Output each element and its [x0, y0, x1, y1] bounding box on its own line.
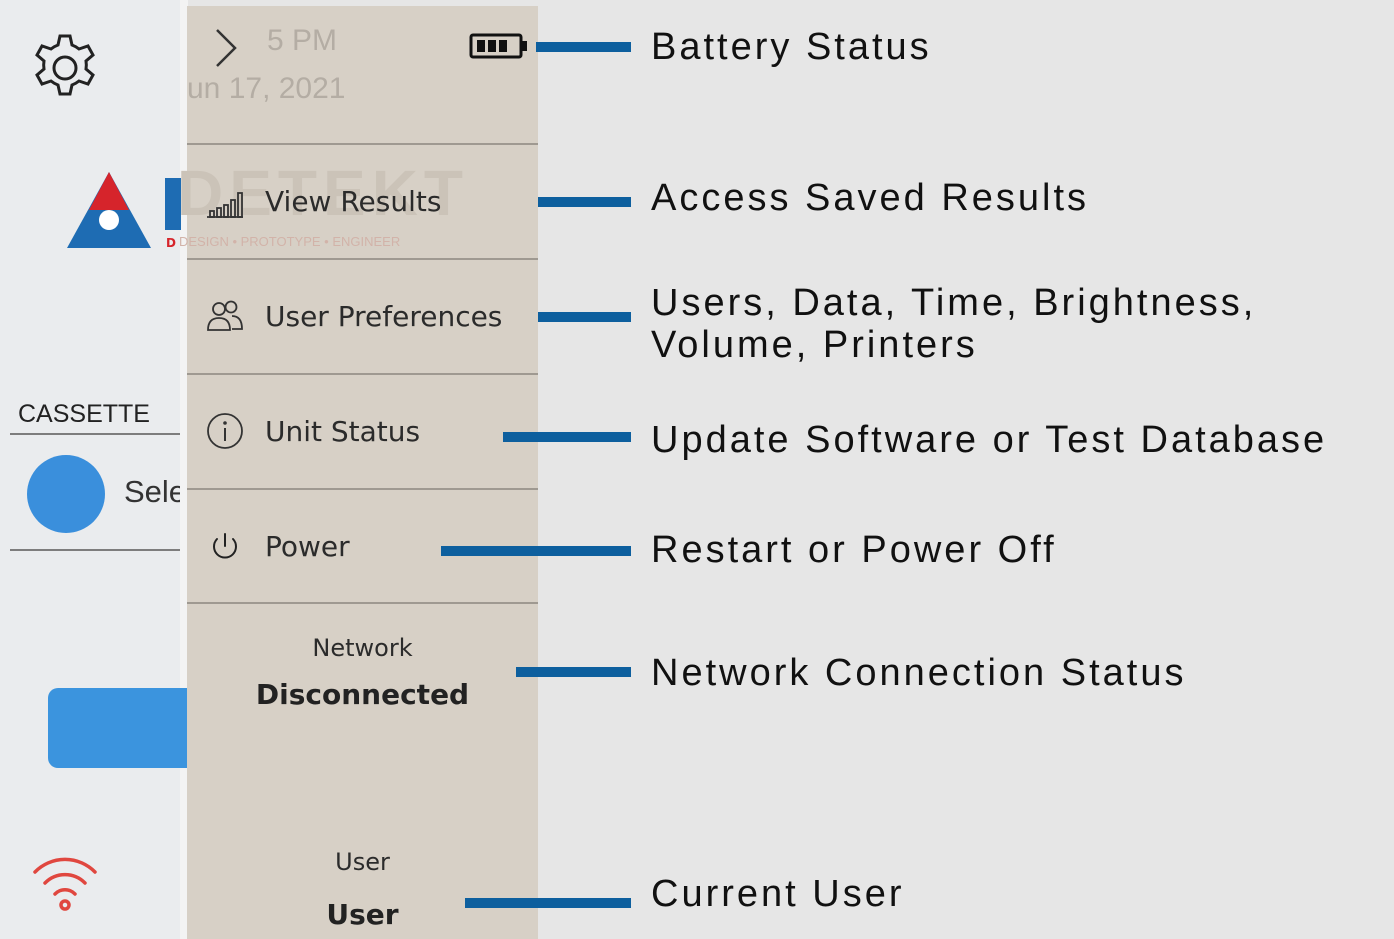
- power-icon: [213, 533, 237, 559]
- callout-network-status: Network Connection Status: [651, 652, 1187, 694]
- callout-connector: [503, 432, 631, 442]
- user-label: User: [335, 848, 390, 876]
- drawer-divider: [187, 258, 538, 260]
- callout-connector: [536, 42, 631, 52]
- wifi-disconnected-icon[interactable]: [30, 850, 100, 914]
- callout-connector: [465, 898, 631, 908]
- menu-item-user-preferences[interactable]: User Preferences: [187, 286, 538, 346]
- divider: [10, 433, 180, 435]
- callout-connector: [538, 312, 631, 322]
- callout-user-preferences-line2: Volume, Printers: [651, 324, 978, 366]
- callout-connector: [538, 197, 631, 207]
- bar-chart-icon: [207, 192, 243, 218]
- menu-item-label: Unit Status: [265, 414, 421, 448]
- divider: [10, 549, 180, 551]
- network-label: Network: [312, 634, 413, 662]
- callout-power: Restart or Power Off: [651, 529, 1057, 571]
- users-icon: [207, 300, 243, 331]
- menu-item-label: Power: [265, 529, 350, 563]
- callout-access-saved-results: Access Saved Results: [651, 177, 1090, 219]
- cassette-section-label: CASSETTE: [18, 400, 150, 428]
- cassette-status-indicator: [27, 455, 105, 533]
- battery-icon: [469, 33, 527, 59]
- logo-subtitle-fragment: D: [166, 236, 176, 250]
- callout-battery-status: Battery Status: [651, 26, 932, 68]
- callout-connector: [516, 667, 631, 677]
- menu-item-view-results[interactable]: View Results: [187, 171, 538, 231]
- gear-icon[interactable]: [27, 30, 103, 106]
- side-drawer: 5 PM un 17, 2021 DETEKT DESIGN • PROTOTY…: [177, 6, 538, 939]
- info-icon: [207, 413, 243, 449]
- callout-connector: [441, 546, 631, 556]
- menu-item-unit-status[interactable]: Unit Status: [187, 401, 538, 461]
- menu-item-label: User Preferences: [265, 299, 503, 333]
- ghost-time: 5 PM: [267, 24, 338, 57]
- select-cassette-button[interactable]: Select Cassette: [124, 474, 180, 510]
- drawer-divider: [187, 143, 538, 145]
- drawer-divider: [187, 602, 538, 604]
- chevron-right-icon[interactable]: [211, 26, 241, 70]
- ghost-tagline: DESIGN • PROTOTYPE • ENGINEER: [179, 234, 401, 249]
- callout-unit-status: Update Software or Test Database: [651, 419, 1328, 461]
- callout-user-preferences-line1: Users, Data, Time, Brightness,: [651, 282, 1257, 324]
- callout-current-user: Current User: [651, 873, 905, 915]
- primary-action-button[interactable]: [48, 688, 188, 768]
- drawer-divider: [187, 373, 538, 375]
- ghost-date: un 17, 2021: [187, 72, 346, 105]
- drawer-divider: [187, 488, 538, 490]
- menu-item-label: View Results: [265, 184, 442, 218]
- network-status: Disconnected: [255, 678, 470, 711]
